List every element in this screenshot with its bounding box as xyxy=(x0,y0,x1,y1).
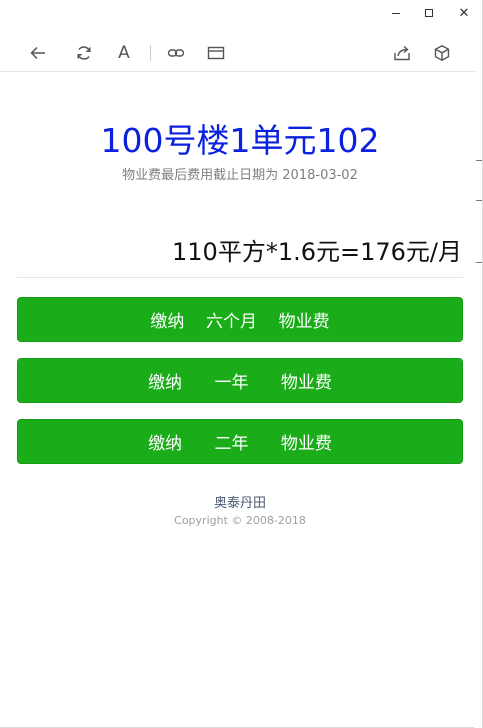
share-icon xyxy=(394,45,410,61)
card-icon xyxy=(207,46,225,60)
toolbar: A xyxy=(0,34,475,72)
title-bar: ✕ xyxy=(0,0,475,26)
button-label: 缴纳 一年 物业费 xyxy=(148,373,332,393)
link-icon xyxy=(167,49,185,57)
button-label: 缴纳 六个月 物业费 xyxy=(150,312,330,332)
refresh-button[interactable] xyxy=(72,42,96,64)
app-window: ✕ A 100号楼1单元102 物业费最后费用截止日期为 2018-03-02 … xyxy=(0,0,483,728)
fee-formula: 110平方*1.6元=176元/月 xyxy=(172,238,462,266)
close-icon: ✕ xyxy=(458,5,470,21)
toolbar-separator xyxy=(150,45,151,61)
back-button[interactable] xyxy=(26,42,50,64)
pay-one-year-button[interactable]: 缴纳 一年 物业费 xyxy=(17,358,463,403)
maximize-button[interactable] xyxy=(412,0,446,26)
font-size-button[interactable]: A xyxy=(112,42,136,64)
close-button[interactable]: ✕ xyxy=(447,0,481,26)
minimize-button[interactable] xyxy=(379,0,413,26)
edge-mark xyxy=(476,200,482,201)
mini-program-button[interactable] xyxy=(430,42,454,64)
minimize-icon xyxy=(392,12,400,14)
background-window-edge xyxy=(474,0,482,728)
pay-two-years-button[interactable]: 缴纳 二年 物业费 xyxy=(17,419,463,464)
refresh-icon xyxy=(77,46,91,60)
deadline-text: 物业费最后费用截止日期为 2018-03-02 xyxy=(122,168,358,183)
share-button[interactable] xyxy=(390,42,414,64)
company-name: 奥泰丹田 xyxy=(213,496,266,511)
copyright: Copyright © 2008-2018 xyxy=(174,514,306,527)
maximize-icon xyxy=(425,9,433,17)
button-label: 缴纳 二年 物业费 xyxy=(148,434,332,454)
arrow-left-icon xyxy=(30,46,45,60)
pay-six-months-button[interactable]: 缴纳 六个月 物业费 xyxy=(17,297,463,342)
font-icon: A xyxy=(118,43,130,63)
cube-icon xyxy=(434,45,450,61)
window-mode-button[interactable] xyxy=(204,42,228,64)
edge-mark xyxy=(476,262,482,263)
divider xyxy=(17,277,463,278)
unit-title: 100号楼1单元102 xyxy=(100,121,380,160)
copy-link-button[interactable] xyxy=(164,42,188,64)
